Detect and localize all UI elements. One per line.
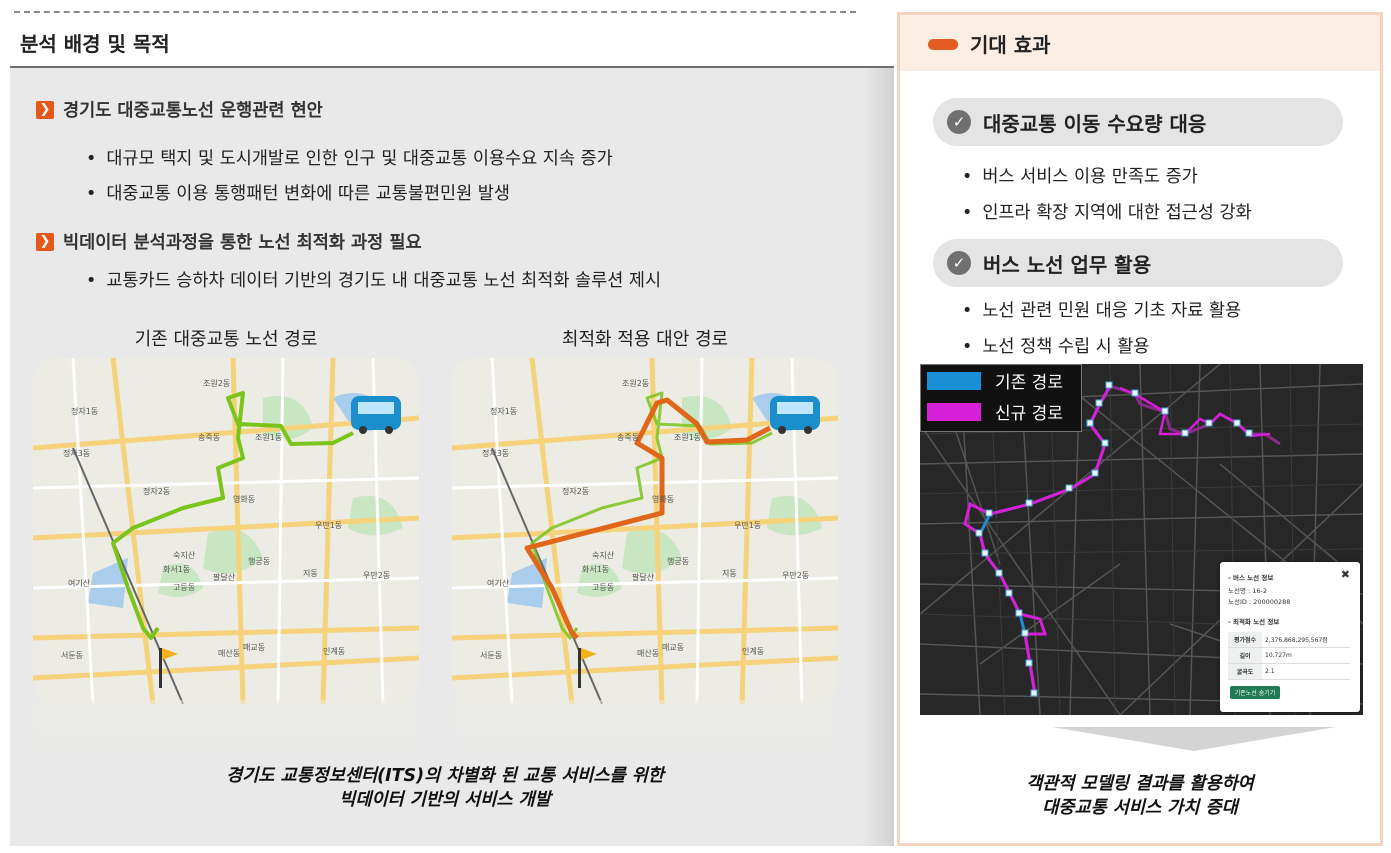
section-heading-1: ❯ 경기도 대중교통노선 운행관련 현안 [36, 97, 323, 122]
map-label: 화서1동 [163, 565, 190, 574]
map-label: 행궁동 [667, 556, 689, 566]
map-label: 숙지산 [592, 550, 615, 560]
map-label: 우만1동 [315, 521, 342, 530]
map-label: 행궁동 [248, 556, 270, 566]
check-circle-icon: ✓ [947, 110, 971, 134]
map-label: 매교동 [243, 643, 265, 652]
route-info-popup: - 버스 노선 정보 ✖ 노선명 : 16-2 노선ID : 200000288… [1220, 562, 1360, 712]
map-label: 정자3동 [63, 448, 90, 458]
bullet-item: 버스 서비스 이용 만족도 증가 [962, 163, 1197, 188]
bullet-item: 노선 정책 수립 시 활용 [962, 333, 1149, 358]
map-label: 화서1동 [582, 565, 609, 574]
map-label: 팔달산 [213, 572, 236, 582]
optimized-info-table: 평가점수 2,376,868,295,567점 길이 10,727m 굴곡도 2.1 [1228, 632, 1350, 680]
map-label: 정자2동 [143, 486, 170, 496]
bullet-item: 대중교통 이용 통행패턴 변화에 따른 교통불편민원 발생 [86, 180, 510, 205]
map-label: 지동 [722, 569, 737, 578]
pill-icon [928, 39, 958, 50]
map-reflection [33, 700, 419, 760]
map-label: 팔달산 [632, 572, 655, 582]
map-label: 정자3동 [482, 448, 509, 458]
map-label: 정자1동 [490, 406, 517, 416]
map-label: 우만1동 [734, 521, 761, 530]
bullet-item: 교통카드 승하차 데이터 기반의 경기도 내 대중교통 노선 최적화 솔루션 제… [86, 267, 661, 292]
table-row: 굴곡도 2.1 [1228, 663, 1350, 680]
bullet-item: 대규모 택지 및 도시개발로 인한 인구 및 대중교통 이용수요 지속 증가 [86, 145, 612, 170]
map-caption-existing: 기존 대중교통 노선 경로 [134, 329, 318, 350]
map-label: 조원1동 [674, 433, 701, 442]
map-label: 숙지산 [173, 550, 196, 560]
effect-pill-2: ✓ 버스 노선 업무 활용 [933, 239, 1343, 287]
table-row: 길이 10,727m [1228, 647, 1350, 664]
map-label: 매산동 [218, 648, 240, 658]
bullet-item: 인프라 확장 지역에 대한 접근성 강화 [962, 199, 1251, 224]
map-label: 고등동 [592, 583, 614, 592]
close-icon[interactable]: ✖ [1341, 568, 1350, 581]
optimized-info-title: - 최적화 노선 정보 [1228, 618, 1280, 626]
map-label: 인계동 [323, 646, 345, 656]
route-id: 노선ID : 200000288 [1228, 598, 1291, 606]
chevron-right-icon: ❯ [36, 100, 54, 119]
map-label: 지동 [303, 569, 318, 578]
legend-swatch [927, 371, 981, 390]
map-label: 매산동 [637, 648, 659, 658]
map-label: 우만2동 [782, 571, 809, 580]
map-label: 송죽동 [617, 433, 639, 442]
map-label: 조원2동 [203, 379, 230, 388]
check-circle-icon: ✓ [947, 251, 971, 275]
section-heading-2: ❯ 빅데이터 분석과정을 통한 노선 최적화 과정 필요 [36, 229, 422, 254]
route-name: 노선명 : 16-2 [1228, 587, 1268, 595]
left-summary: 경기도 교통정보센터(ITS)의 차별화 된 교통 서비스를 위한 빅데이터 기… [226, 766, 664, 810]
map-label: 인계동 [742, 646, 764, 656]
left-panel-shade [862, 68, 894, 846]
map-label: 여기산 [68, 578, 91, 588]
legend-item-existing: 기존 경로 [927, 365, 1081, 396]
hide-existing-route-button[interactable]: 기존노선 숨기기 [1230, 686, 1280, 699]
legend-item-new: 신규 경로 [927, 396, 1081, 427]
dashed-divider [14, 11, 856, 13]
map-caption-optimized: 최적화 적용 대안 경로 [561, 329, 729, 350]
map-optimized-route: 조원2동 조원1동 송죽동 정자1동 정자2동 정자3동 영화동 우만1동 우만… [452, 358, 838, 704]
map-label: 우만2동 [363, 571, 390, 580]
map-existing-route: 조원2동 조원1동 송죽동 정자1동 정자2동 정자3동 영화동 우만1동 우만… [33, 358, 419, 704]
map-label: 조원1동 [255, 433, 282, 442]
map-label: 정자1동 [71, 406, 98, 416]
map-reflection [452, 700, 838, 760]
map-label: 서둔동 [480, 651, 502, 660]
bullet-item: 노선 관련 민원 대응 기초 자료 활용 [962, 297, 1241, 322]
map-label: 여기산 [487, 578, 510, 588]
left-section-title: 분석 배경 및 목적 [20, 32, 170, 56]
popup-title: - 버스 노선 정보 [1228, 574, 1274, 582]
chevron-right-icon: ❯ [36, 232, 54, 251]
panel-title: 기대 효과 [970, 33, 1051, 57]
route-comparison-map: 기존 경로 신규 경로 - 버스 노선 정보 ✖ 노선명 : 16-2 노선ID… [920, 364, 1363, 715]
panel-header: 기대 효과 [900, 15, 1380, 71]
map-label: 송죽동 [198, 433, 220, 442]
map-label: 영화동 [652, 494, 674, 504]
map-label: 고등동 [173, 583, 195, 592]
map-label: 영화동 [233, 494, 255, 504]
map-label: 매교동 [662, 643, 684, 652]
down-arrow-icon [1052, 727, 1336, 751]
right-summary: 객관적 모델링 결과를 활용하여 대중교통 서비스 가치 증대 [1026, 774, 1254, 818]
map-label: 정자2동 [562, 486, 589, 496]
map-label: 서둔동 [61, 651, 83, 660]
table-row: 평가점수 2,376,868,295,567점 [1228, 632, 1350, 648]
map-legend: 기존 경로 신규 경로 [920, 364, 1082, 432]
legend-swatch [927, 402, 981, 421]
map-label: 조원2동 [622, 379, 649, 388]
effect-pill-1: ✓ 대중교통 이동 수요량 대응 [933, 98, 1343, 146]
